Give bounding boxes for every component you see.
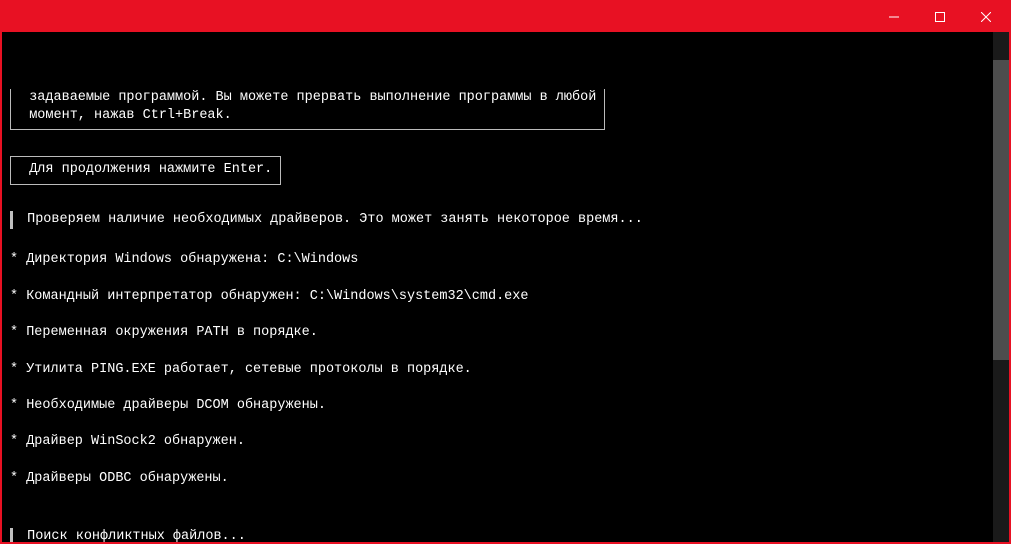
terminal-content: задаваемые программой. Вы можете прерват… xyxy=(10,70,1001,542)
check-line: * Драйверы ODBC обнаружены. xyxy=(10,470,983,488)
maximize-icon xyxy=(935,12,945,22)
check-line: * Директория Windows обнаружена: C:\Wind… xyxy=(10,251,983,269)
check-line: * Драйвер WinSock2 обнаружен. xyxy=(10,433,983,451)
scrollbar[interactable] xyxy=(993,32,1009,542)
check-line: * Утилита PING.EXE работает, сетевые про… xyxy=(10,361,983,379)
check-header: Проверяем наличие необходимых драйверов.… xyxy=(10,211,983,229)
conflict-search: Поиск конфликтных файлов... xyxy=(10,528,983,542)
minimize-button[interactable] xyxy=(871,2,917,32)
titlebar xyxy=(2,2,1009,32)
intro-box: задаваемые программой. Вы можете прерват… xyxy=(10,89,605,130)
continue-box: Для продолжения нажмите Enter. xyxy=(10,156,281,184)
close-button[interactable] xyxy=(963,2,1009,32)
maximize-button[interactable] xyxy=(917,2,963,32)
check-line: * Командный интерпретатор обнаружен: C:\… xyxy=(10,288,983,306)
minimize-icon xyxy=(889,12,899,22)
close-icon xyxy=(981,12,991,22)
terminal[interactable]: задаваемые программой. Вы можете прерват… xyxy=(2,32,1009,542)
check-line: * Необходимые драйверы DCOM обнаружены. xyxy=(10,397,983,415)
scrollbar-thumb[interactable] xyxy=(993,60,1009,360)
window-controls xyxy=(871,2,1009,32)
check-line: * Переменная окружения PATH в порядке. xyxy=(10,324,983,342)
